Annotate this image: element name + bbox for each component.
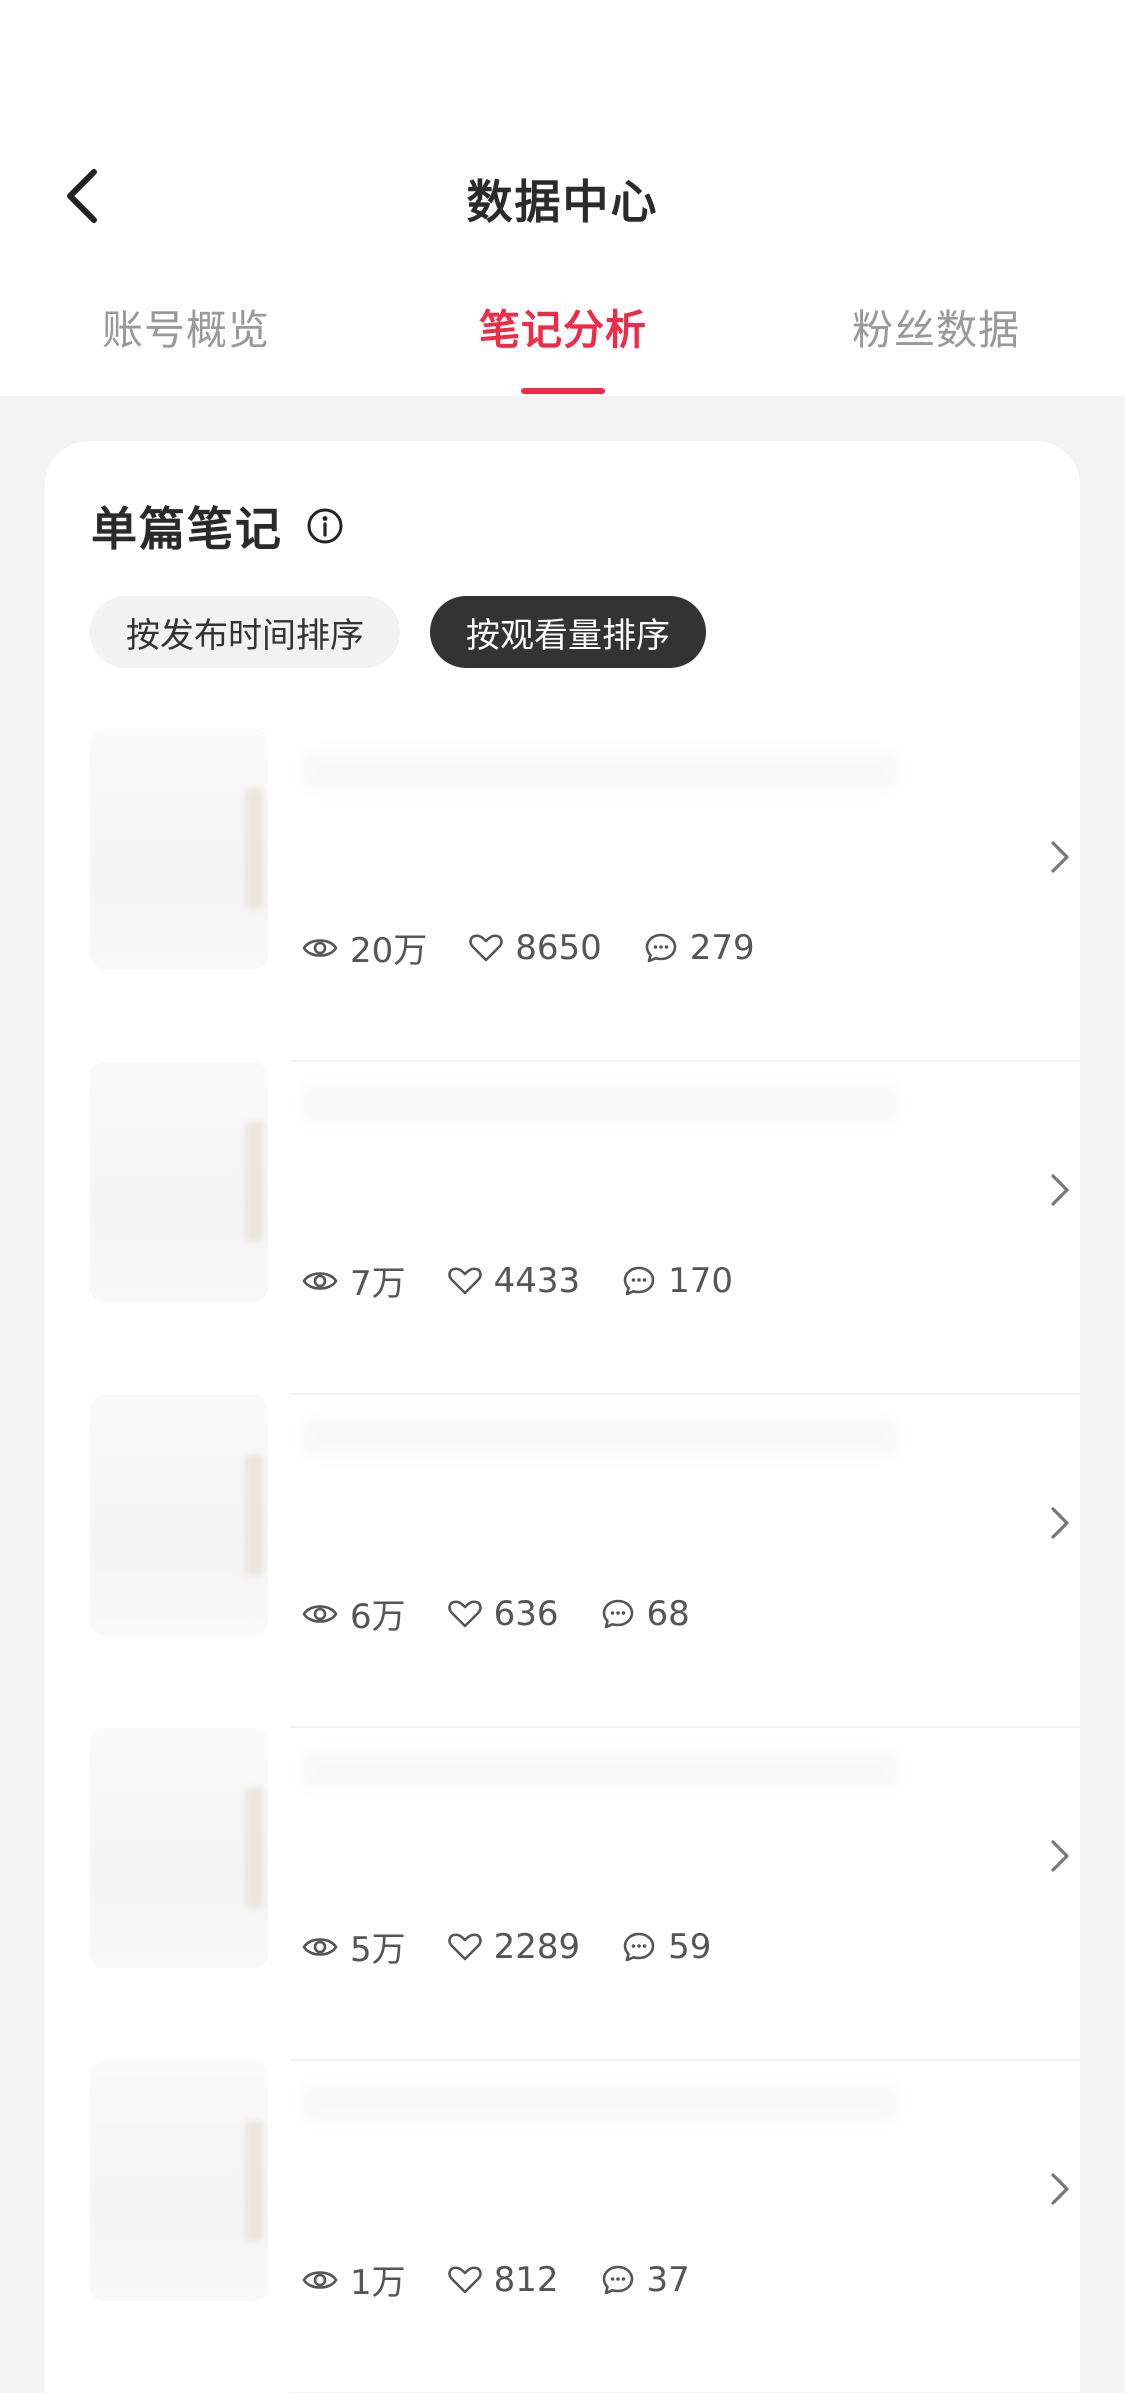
note-stats: 6万 636 68: [302, 1589, 732, 1638]
chevron-right-icon[interactable]: [1040, 1160, 1080, 1220]
note-stats: 1万 812 37: [302, 2255, 732, 2304]
note-thumbnail: [90, 1395, 268, 1635]
likes-stat: 4433: [447, 1260, 581, 1301]
comments-stat: 170: [622, 1261, 733, 1301]
page-title: 数据中心: [466, 175, 659, 229]
note-item[interactable]: 20万 8650 279: [90, 729, 1080, 1062]
likes-stat: 2289: [447, 1926, 581, 1967]
note-title-blurred: [300, 2083, 900, 2123]
comment-bubble-icon: [623, 1932, 655, 1961]
comments-stat: 279: [644, 928, 755, 968]
tab-fan-data[interactable]: 粉丝数据: [806, 296, 1066, 356]
likes-stat: 812: [447, 2259, 559, 2300]
section-title: 单篇笔记: [91, 502, 283, 556]
note-title-blurred: [300, 1417, 900, 1457]
eye-icon: [302, 938, 338, 957]
info-icon[interactable]: [305, 506, 345, 546]
likes-count: 636: [493, 1593, 559, 1634]
likes-count: 812: [493, 2259, 559, 2300]
likes-stat: 636: [447, 1593, 559, 1634]
views-stat: 7万: [302, 1256, 406, 1305]
views-stat: 20万: [302, 923, 427, 972]
views-count: 20万: [350, 931, 428, 971]
eye-icon: [302, 1271, 338, 1290]
comment-bubble-icon: [623, 1266, 655, 1295]
sort-options: 按发布时间排序 按观看量排序: [90, 596, 706, 668]
views-count: 1万: [350, 2263, 406, 2303]
single-note-card: 单篇笔记 按发布时间排序 按观看量排序 20万 8650 279 7万 4433…: [45, 441, 1080, 2393]
heart-icon: [447, 2265, 482, 2293]
chevron-right-icon[interactable]: [1040, 1826, 1080, 1886]
top-bar: 数据中心 账号概览 笔记分析 粉丝数据: [0, 0, 1125, 396]
note-stats: 5万 2289 59: [302, 1922, 753, 1971]
note-item[interactable]: 6万 636 68: [90, 1395, 1080, 1728]
sort-by-time-button[interactable]: 按发布时间排序: [90, 596, 400, 668]
views-count: 7万: [350, 1264, 406, 1304]
note-thumbnail: [90, 2061, 268, 2301]
comments-stat: 68: [601, 1594, 690, 1634]
note-thumbnail: [90, 729, 268, 969]
comments-count: 37: [646, 2259, 690, 2300]
active-tab-indicator: [521, 388, 605, 394]
note-title-blurred: [300, 1750, 900, 1790]
likes-count: 2289: [493, 1926, 581, 1967]
comments-count: 59: [668, 1926, 712, 1967]
sort-by-views-button[interactable]: 按观看量排序: [430, 596, 706, 668]
heart-icon: [469, 933, 504, 961]
views-stat: 6万: [302, 1589, 406, 1638]
eye-icon: [302, 1604, 338, 1623]
eye-icon: [302, 2270, 338, 2289]
eye-icon: [302, 1937, 338, 1956]
note-item[interactable]: 5万 2289 59: [90, 1728, 1080, 2061]
views-count: 5万: [350, 1930, 406, 1970]
comments-count: 68: [646, 1593, 690, 1634]
likes-stat: 8650: [469, 928, 602, 968]
note-stats: 20万 8650 279: [302, 923, 797, 972]
comment-bubble-icon: [602, 2265, 633, 2294]
note-stats: 7万 4433 170: [302, 1256, 775, 1305]
tab-bar: 账号概览 笔记分析 粉丝数据: [0, 296, 1125, 396]
comments-count: 279: [689, 927, 755, 968]
comments-stat: 59: [622, 1927, 711, 1967]
note-thumbnail: [90, 1062, 268, 1302]
section-header: 单篇笔记: [91, 493, 345, 559]
heart-icon: [447, 1932, 482, 1960]
comment-bubble-icon: [602, 1599, 633, 1628]
heart-icon: [447, 1599, 482, 1627]
views-stat: 5万: [302, 1922, 406, 1971]
tab-account-overview[interactable]: 账号概览: [56, 296, 316, 356]
likes-count: 8650: [515, 927, 602, 968]
note-thumbnail: [90, 1728, 268, 1968]
heart-icon: [447, 1266, 482, 1294]
views-count: 6万: [350, 1597, 406, 1637]
comments-stat: 37: [601, 2260, 690, 2300]
note-title-blurred: [300, 1084, 900, 1124]
chevron-right-icon[interactable]: [1040, 1493, 1080, 1553]
note-item[interactable]: 7万 4433 170: [90, 1062, 1080, 1395]
chevron-right-icon[interactable]: [1040, 827, 1080, 887]
note-title-blurred: [300, 751, 900, 791]
tab-note-analysis[interactable]: 笔记分析: [433, 296, 693, 356]
comment-bubble-icon: [645, 933, 677, 962]
likes-count: 4433: [493, 1260, 581, 1301]
comments-count: 170: [668, 1260, 734, 1301]
chevron-right-icon[interactable]: [1040, 2159, 1080, 2219]
note-item[interactable]: 1万 812 37: [90, 2061, 1080, 2393]
views-stat: 1万: [302, 2255, 406, 2304]
